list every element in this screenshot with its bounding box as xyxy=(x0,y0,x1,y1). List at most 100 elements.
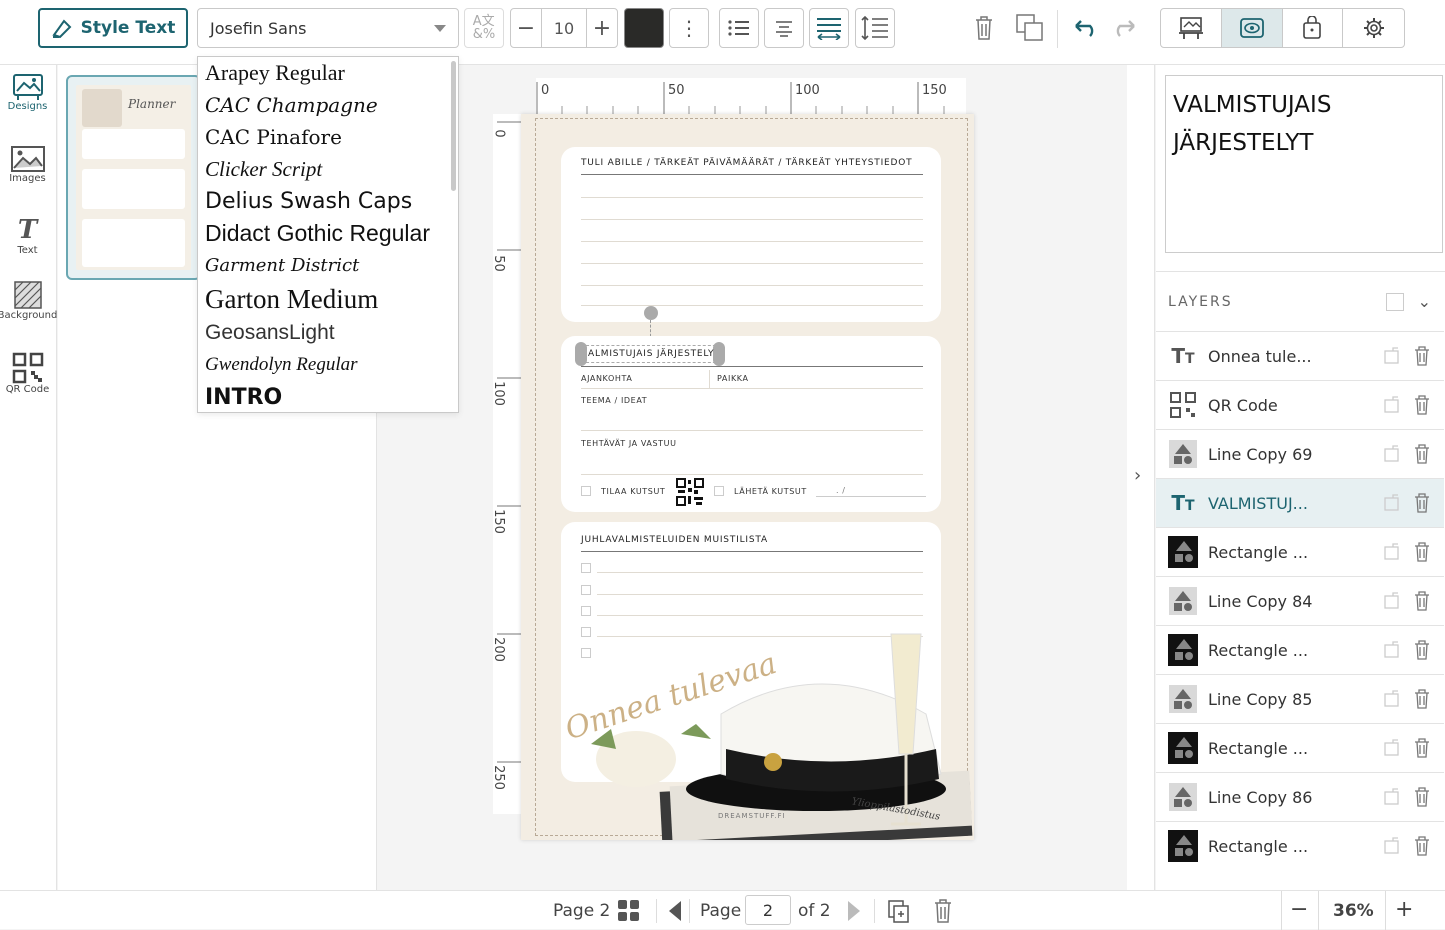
rotate-handle[interactable] xyxy=(644,306,658,320)
view-button[interactable] xyxy=(1221,9,1283,47)
font-option-gwendolyn-regular[interactable]: Gwendolyn Regular xyxy=(198,349,458,381)
letter-spacing-button[interactable] xyxy=(809,8,849,48)
font-size-increase-button[interactable]: + xyxy=(587,9,617,47)
grid-view-icon[interactable] xyxy=(617,899,641,923)
delete-page-icon[interactable] xyxy=(933,898,953,924)
duplicate-button[interactable] xyxy=(1010,8,1050,48)
page-thumbnail[interactable]: Planner xyxy=(66,75,201,280)
page-number-input[interactable]: 2 xyxy=(745,895,791,925)
layer-row[interactable]: Rectangle ... xyxy=(1156,625,1444,674)
trash-icon[interactable] xyxy=(1414,493,1430,513)
panel-collapse-strip[interactable]: › xyxy=(1127,65,1155,890)
next-page-icon[interactable] xyxy=(845,899,863,923)
layer-row[interactable]: Line Copy 84 xyxy=(1156,576,1444,625)
dropdown-scrollbar[interactable] xyxy=(451,61,456,191)
layer-row[interactable]: Line Copy 86 xyxy=(1156,772,1444,821)
contacts-card[interactable]: TULI ABILLE / TÄRKEÄT PÄIVÄMÄÄRÄT / TÄRK… xyxy=(561,147,941,322)
previous-page-icon[interactable] xyxy=(666,899,684,923)
lock-icon[interactable] xyxy=(1384,346,1400,364)
duplicate-page-icon[interactable] xyxy=(887,899,911,923)
trash-icon[interactable] xyxy=(1414,591,1430,611)
layer-row[interactable]: Rectangle ... xyxy=(1156,821,1444,870)
text-content-field[interactable]: VALMISTUJAIS JÄRJESTELYT xyxy=(1165,75,1443,253)
redo-button[interactable] xyxy=(1104,8,1144,48)
layer-row[interactable]: TT VALMISTUJ... xyxy=(1156,478,1444,527)
layer-row[interactable]: QR Code xyxy=(1156,380,1444,429)
layer-row[interactable]: Line Copy 69 xyxy=(1156,429,1444,478)
text-color-swatch[interactable] xyxy=(624,8,664,48)
font-family-dropdown[interactable]: Arapey Regular CAC Champagne CAC Pinafor… xyxy=(197,56,459,413)
font-option-cac-pinafore[interactable]: CAC Pinafore xyxy=(198,121,458,153)
font-option-geosanslight[interactable]: GeosansLight xyxy=(198,317,458,349)
trash-icon[interactable] xyxy=(1414,542,1430,562)
lock-icon[interactable] xyxy=(1384,542,1400,560)
ruler-label: 250 xyxy=(490,765,506,790)
sidebar-item-background[interactable]: Background xyxy=(0,280,58,321)
line-height-button[interactable] xyxy=(855,8,895,48)
sidebar-item-images[interactable]: Images xyxy=(0,145,55,184)
sidebar-item-designs[interactable]: Designs xyxy=(0,73,55,112)
trash-icon[interactable] xyxy=(1414,836,1430,856)
checkbox[interactable] xyxy=(714,486,724,496)
sidebar-item-label: Background xyxy=(0,310,58,321)
layer-row[interactable]: Rectangle ... xyxy=(1156,723,1444,772)
checkbox[interactable] xyxy=(581,486,591,496)
undo-button[interactable] xyxy=(1066,8,1106,48)
delete-button[interactable] xyxy=(964,8,1004,48)
checkbox[interactable] xyxy=(581,563,591,573)
font-option-intro[interactable]: INTRO xyxy=(198,381,458,412)
trash-icon[interactable] xyxy=(1414,640,1430,660)
lock-icon[interactable] xyxy=(1384,836,1400,854)
font-size-stepper[interactable]: − 10 + xyxy=(510,8,618,48)
trash-icon[interactable] xyxy=(1414,689,1430,709)
font-option-arapey-regular[interactable]: Arapey Regular xyxy=(198,57,458,89)
lock-icon[interactable] xyxy=(1384,787,1400,805)
font-size-value[interactable]: 10 xyxy=(541,9,587,47)
font-option-cac-champagne[interactable]: CAC Champagne xyxy=(198,89,458,121)
chevron-down-icon[interactable]: ⌄ xyxy=(1418,292,1433,311)
lock-all-icon[interactable] xyxy=(1385,292,1404,311)
cart-button[interactable] xyxy=(1283,9,1344,47)
font-option-garment-district[interactable]: Garment District xyxy=(198,249,458,281)
text-content-line: VALMISTUJAIS xyxy=(1173,92,1332,118)
trash-icon[interactable] xyxy=(1414,395,1430,415)
preview-button[interactable] xyxy=(1161,9,1222,47)
sidebar-item-qr-code[interactable]: QR Code xyxy=(0,352,55,395)
layers-header: LAYERS ⌄ xyxy=(1156,271,1445,331)
card-divider xyxy=(581,174,923,175)
more-options-button[interactable]: ⋮ xyxy=(669,8,709,48)
design-page[interactable]: TULI ABILLE / TÄRKEÄT PÄIVÄMÄÄRÄT / TÄRK… xyxy=(521,114,974,840)
lock-icon[interactable] xyxy=(1384,738,1400,756)
trash-icon[interactable] xyxy=(1414,787,1430,807)
layer-row[interactable]: Rectangle ... xyxy=(1156,527,1444,576)
bottom-divider xyxy=(874,899,875,923)
lock-icon[interactable] xyxy=(1384,395,1400,413)
font-size-decrease-button[interactable]: − xyxy=(511,9,541,47)
font-option-didact-gothic-regular[interactable]: Didact Gothic Regular xyxy=(198,217,458,249)
list-button[interactable] xyxy=(719,8,759,48)
font-option-garton-medium[interactable]: Garton Medium xyxy=(198,281,458,317)
sidebar-item-text[interactable]: T Text xyxy=(0,215,55,256)
chevron-right-icon[interactable]: › xyxy=(1134,465,1141,486)
lock-icon[interactable] xyxy=(1384,640,1400,658)
trash-icon[interactable] xyxy=(1414,346,1430,366)
trash-icon[interactable] xyxy=(1414,738,1430,758)
settings-button[interactable] xyxy=(1343,9,1404,47)
layer-row[interactable]: TT Onnea tule... xyxy=(1156,331,1444,380)
lock-icon[interactable] xyxy=(1384,591,1400,609)
style-text-button[interactable]: Style Text xyxy=(38,8,188,48)
lock-icon[interactable] xyxy=(1384,689,1400,707)
lock-icon[interactable] xyxy=(1384,444,1400,462)
font-option-delius-swash-caps[interactable]: Delius Swash Caps xyxy=(198,185,458,217)
lock-icon[interactable] xyxy=(1384,493,1400,511)
font-option-clicker-script[interactable]: Clicker Script xyxy=(198,153,458,185)
zoom-out-button[interactable]: − xyxy=(1290,897,1308,922)
align-center-button[interactable] xyxy=(764,8,804,48)
zoom-in-button[interactable]: + xyxy=(1395,897,1413,922)
font-family-select[interactable]: Josefin Sans xyxy=(197,8,459,48)
layer-label: Rectangle ... xyxy=(1208,640,1309,660)
text-case-button[interactable]: A文 &% xyxy=(464,8,504,48)
layer-row[interactable]: Line Copy 85 xyxy=(1156,674,1444,723)
planning-card[interactable]: ALMISTUJAIS JÄRJESTELY AJANKOHTA PAIKKA … xyxy=(561,336,941,512)
trash-icon[interactable] xyxy=(1414,444,1430,464)
